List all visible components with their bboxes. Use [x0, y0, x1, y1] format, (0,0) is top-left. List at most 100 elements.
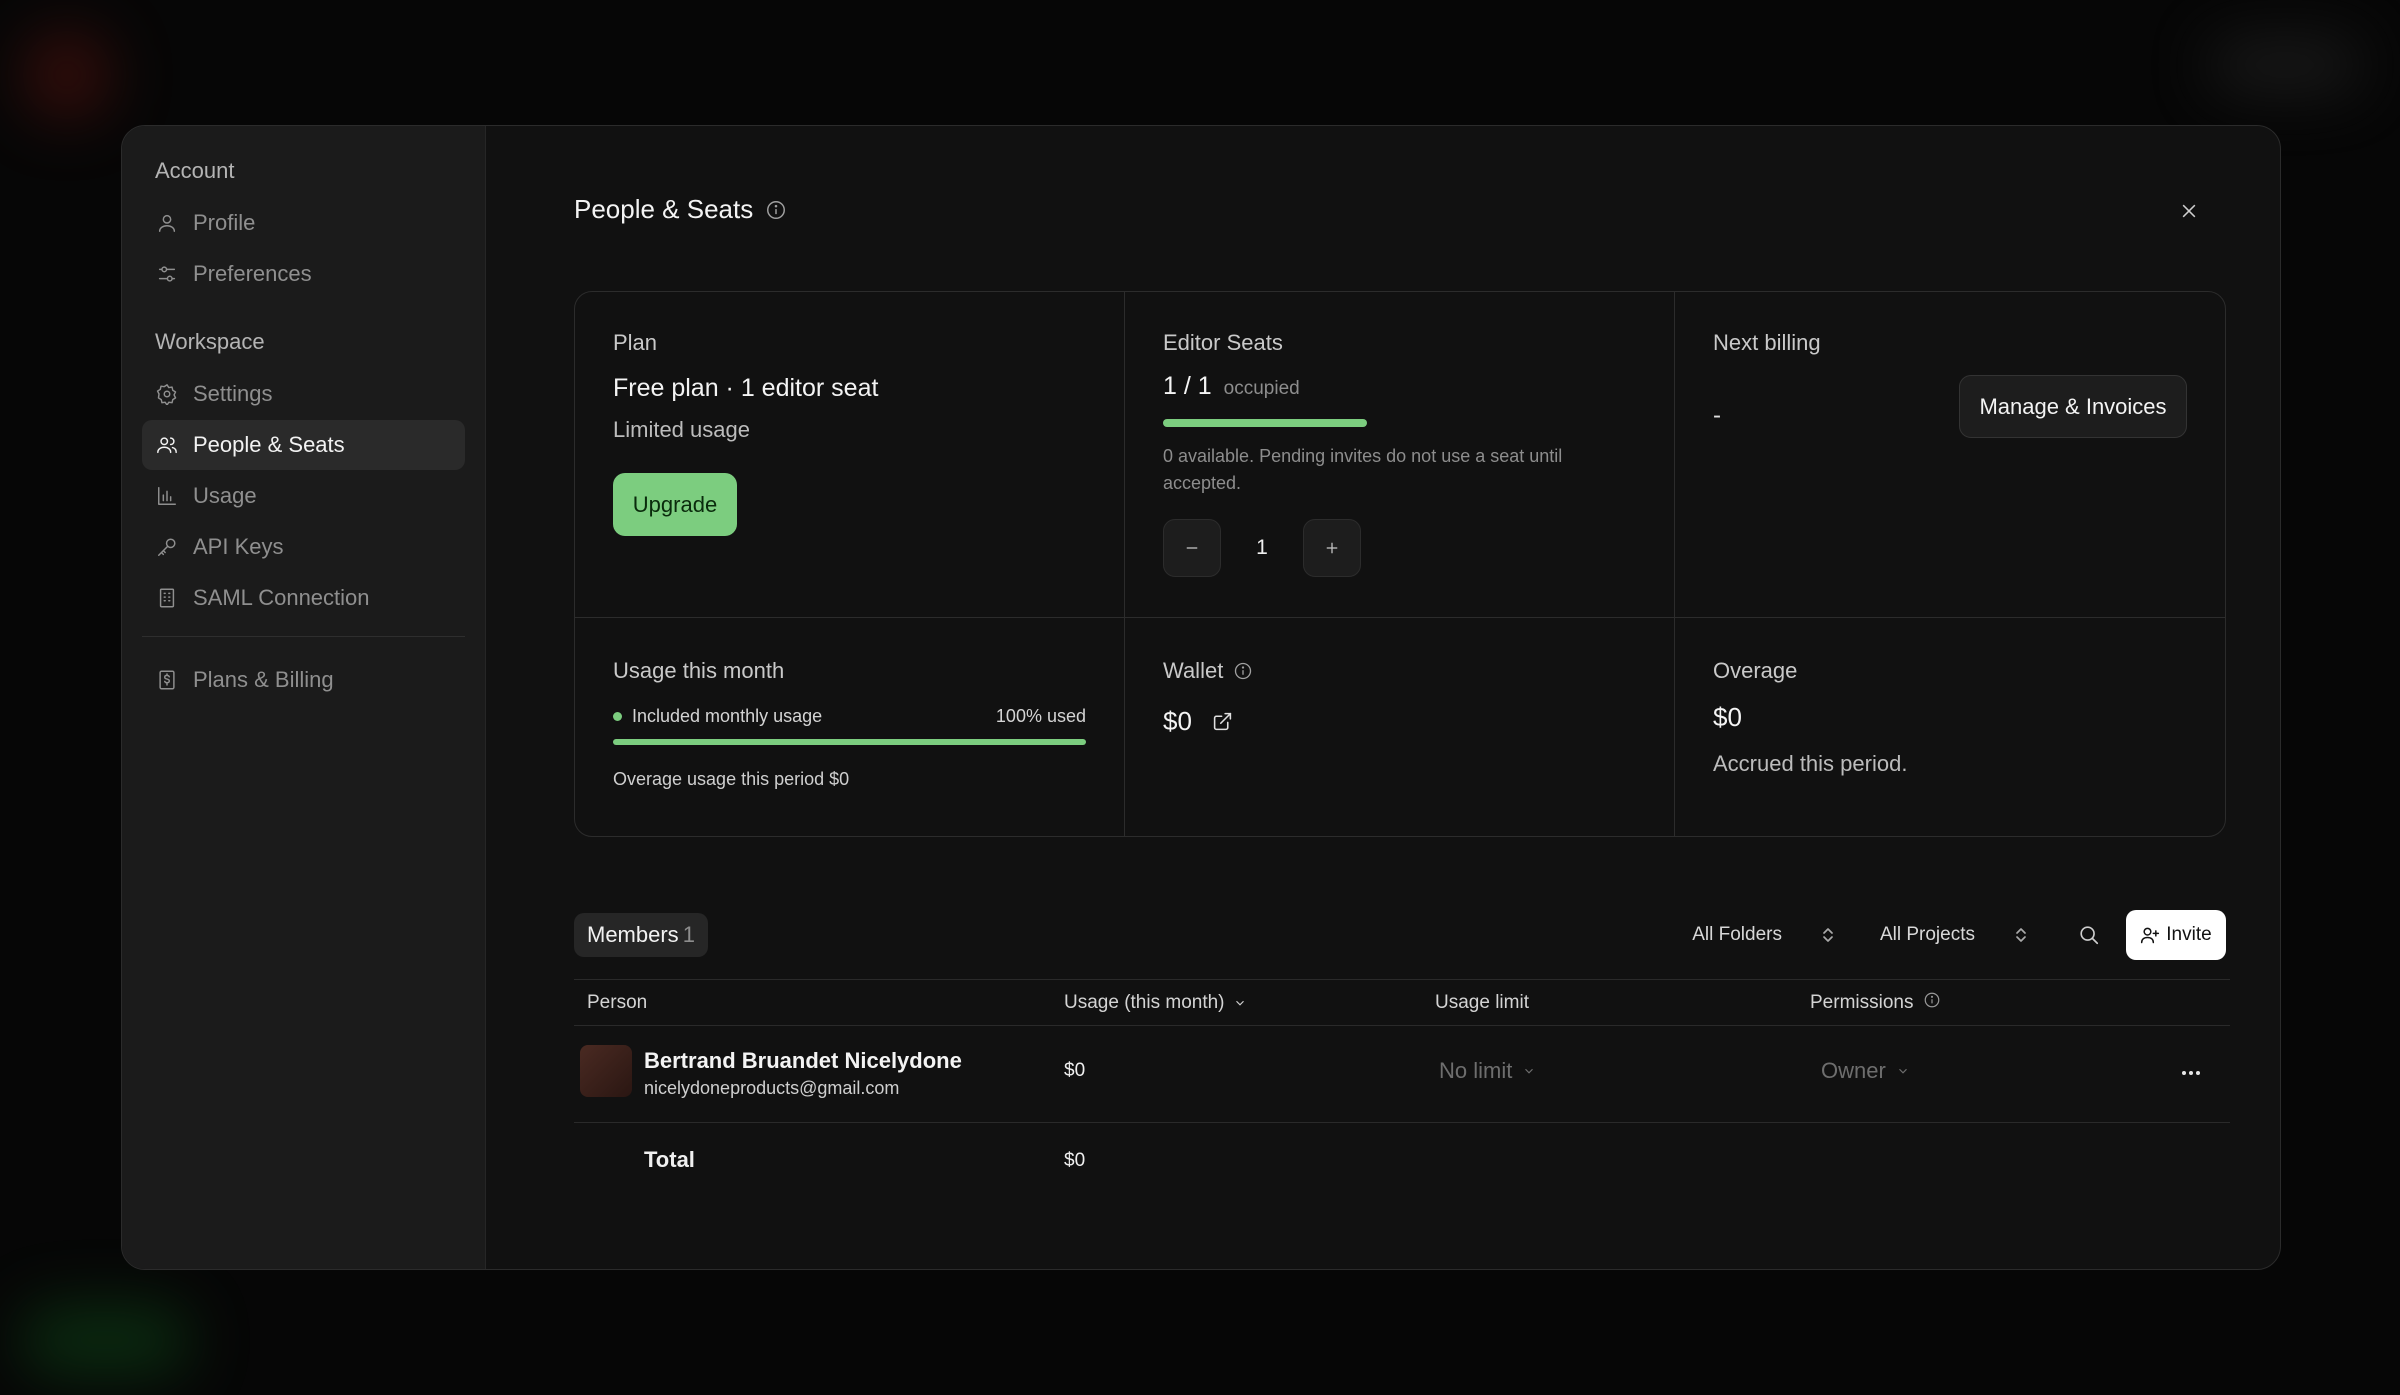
seats-note: 0 available. Pending invites do not use …: [1163, 446, 1563, 493]
overage-label: Overage: [1713, 658, 1798, 683]
members-filters: All Folders All Projects Invite: [1692, 910, 2226, 960]
sidebar-item-settings[interactable]: Settings: [142, 369, 465, 419]
permission-select[interactable]: Owner: [1821, 1058, 1910, 1084]
search-icon: [2080, 926, 2099, 945]
folders-filter-label: All Folders: [1692, 924, 1782, 945]
sidebar-item-label: API Keys: [193, 534, 284, 559]
increment-seats-button[interactable]: [1303, 519, 1361, 577]
sidebar-item-profile[interactable]: Profile: [142, 198, 465, 248]
invite-label: Invite: [2166, 924, 2212, 945]
seats-stepper: 1: [1163, 519, 1636, 577]
column-permissions-label: Permissions: [1810, 991, 1914, 1013]
info-icon[interactable]: [765, 199, 787, 221]
sidebar-heading-account: Account: [155, 158, 235, 183]
permission-value: Owner: [1821, 1058, 1886, 1083]
included-usage: Included monthly usage: [613, 706, 822, 727]
seats-occupied-label: occupied: [1223, 378, 1300, 399]
settings-modal: Account Profile Preferences Workspace Se…: [121, 125, 2281, 1270]
settings-sidebar: Account Profile Preferences Workspace Se…: [122, 126, 486, 1269]
next-billing-label: Next billing: [1713, 330, 1821, 355]
usage-limit-value: No limit: [1439, 1058, 1513, 1083]
chevron-down-icon: [1898, 1068, 1907, 1074]
sidebar-divider: [142, 636, 465, 637]
sliders-icon: [155, 262, 179, 286]
table-row: Bertrand Bruandet Nicelydone nicelydonep…: [574, 1026, 2230, 1123]
info-icon[interactable]: [1233, 661, 1253, 681]
seats-progress-bar: [1163, 419, 1367, 427]
manage-invoices-button[interactable]: Manage & Invoices: [1959, 375, 2187, 438]
usage-percent: 100% used: [995, 706, 1086, 726]
next-billing-value: -: [1713, 402, 1721, 429]
page-header: People & Seats: [574, 194, 787, 225]
sidebar-item-preferences[interactable]: Preferences: [142, 249, 465, 299]
seats-count-value: 1 / 1: [1163, 372, 1212, 400]
users-icon: [155, 433, 179, 457]
total-value: $0: [1064, 1150, 1086, 1171]
sidebar-item-label: Usage: [193, 483, 257, 508]
usage-dot-icon: [613, 712, 622, 721]
external-link-icon[interactable]: [1212, 711, 1233, 732]
close-icon: [2182, 204, 2196, 218]
editor-seats-label: Editor Seats: [1163, 330, 1283, 355]
invite-button[interactable]: Invite: [2126, 910, 2226, 960]
member-usage: $0: [1064, 1060, 1086, 1081]
plan-card: Plan Free plan · 1 editor seat Limited u…: [575, 292, 1125, 618]
members-toolbar: Members 1 All Folders All Projects Invit…: [574, 910, 2226, 960]
usage-limit-select[interactable]: No limit: [1439, 1058, 1536, 1084]
background-blur-pill: [2210, 40, 2360, 90]
page-title: People & Seats: [574, 194, 754, 224]
projects-filter-select[interactable]: All Projects: [1880, 924, 2029, 946]
plan-label: Plan: [613, 330, 658, 355]
sidebar-item-usage[interactable]: Usage: [142, 471, 465, 521]
column-usage[interactable]: Usage (this month): [1064, 992, 1247, 1014]
avatar: [580, 1045, 632, 1097]
usage-progress-bar: [613, 739, 1086, 745]
chevron-down-icon: [1235, 1000, 1244, 1006]
sidebar-item-label: SAML Connection: [193, 585, 370, 610]
folders-filter-select[interactable]: All Folders: [1692, 924, 1836, 946]
usage-card: Usage this month Included monthly usage …: [575, 618, 1125, 836]
chevron-down-icon: [1525, 1068, 1534, 1074]
column-usage-label: Usage (this month): [1064, 991, 1225, 1013]
minus-icon: [1186, 547, 1198, 549]
sidebar-item-plans-billing[interactable]: Plans & Billing: [142, 655, 465, 705]
user-plus-icon: [2141, 927, 2160, 944]
tab-members[interactable]: Members 1: [574, 913, 708, 957]
chevron-up-down-icon: [2013, 926, 2029, 944]
sidebar-item-saml-connection[interactable]: SAML Connection: [142, 573, 465, 623]
overage-value: $0: [1713, 702, 1742, 732]
gear-icon: [155, 382, 179, 406]
editor-seats-card: Editor Seats 1 / 1 occupied 0 available.…: [1125, 292, 1675, 618]
info-icon[interactable]: [1913, 991, 1941, 1015]
receipt-icon: [155, 668, 179, 692]
sidebar-item-people-seats[interactable]: People & Seats: [142, 420, 465, 470]
usage-label: Usage this month: [613, 658, 785, 683]
seats-stepper-value[interactable]: 1: [1221, 536, 1303, 560]
building-icon: [155, 586, 179, 610]
member-email: nicelydoneproducts@gmail.com: [644, 1078, 900, 1098]
decrement-seats-button[interactable]: [1163, 519, 1221, 577]
search-button[interactable]: [2073, 919, 2105, 951]
wallet-value: $0: [1163, 706, 1192, 736]
plan-subtitle: Limited usage: [613, 417, 750, 442]
user-icon: [155, 211, 179, 235]
sidebar-item-label: Preferences: [193, 261, 312, 286]
sidebar-item-label: Settings: [193, 381, 273, 406]
column-usage-limit: Usage limit: [1435, 991, 1529, 1013]
table-header: Person Usage (this month) Usage limit Pe…: [574, 979, 2230, 1026]
background-blur-red: [22, 30, 112, 120]
wallet-label-row: Wallet: [1163, 658, 1636, 684]
sidebar-item-api-keys[interactable]: API Keys: [142, 522, 465, 572]
close-button[interactable]: [2174, 196, 2204, 226]
more-horizontal-icon: [2182, 1071, 2200, 1075]
upgrade-button[interactable]: Upgrade: [613, 473, 737, 536]
overage-subtitle: Accrued this period.: [1713, 751, 1908, 776]
plus-icon: [1326, 542, 1338, 554]
next-billing-card: Next billing - Manage & Invoices: [1675, 292, 2225, 618]
summary-grid: Plan Free plan · 1 editor seat Limited u…: [574, 291, 2226, 837]
background-blur-green: [20, 1305, 190, 1375]
total-label: Total: [644, 1147, 695, 1172]
settings-content: People & Seats Plan Free plan · 1 editor…: [486, 126, 2280, 1269]
more-actions-button[interactable]: [2174, 1056, 2208, 1090]
members-count-badge: 1: [682, 922, 695, 947]
